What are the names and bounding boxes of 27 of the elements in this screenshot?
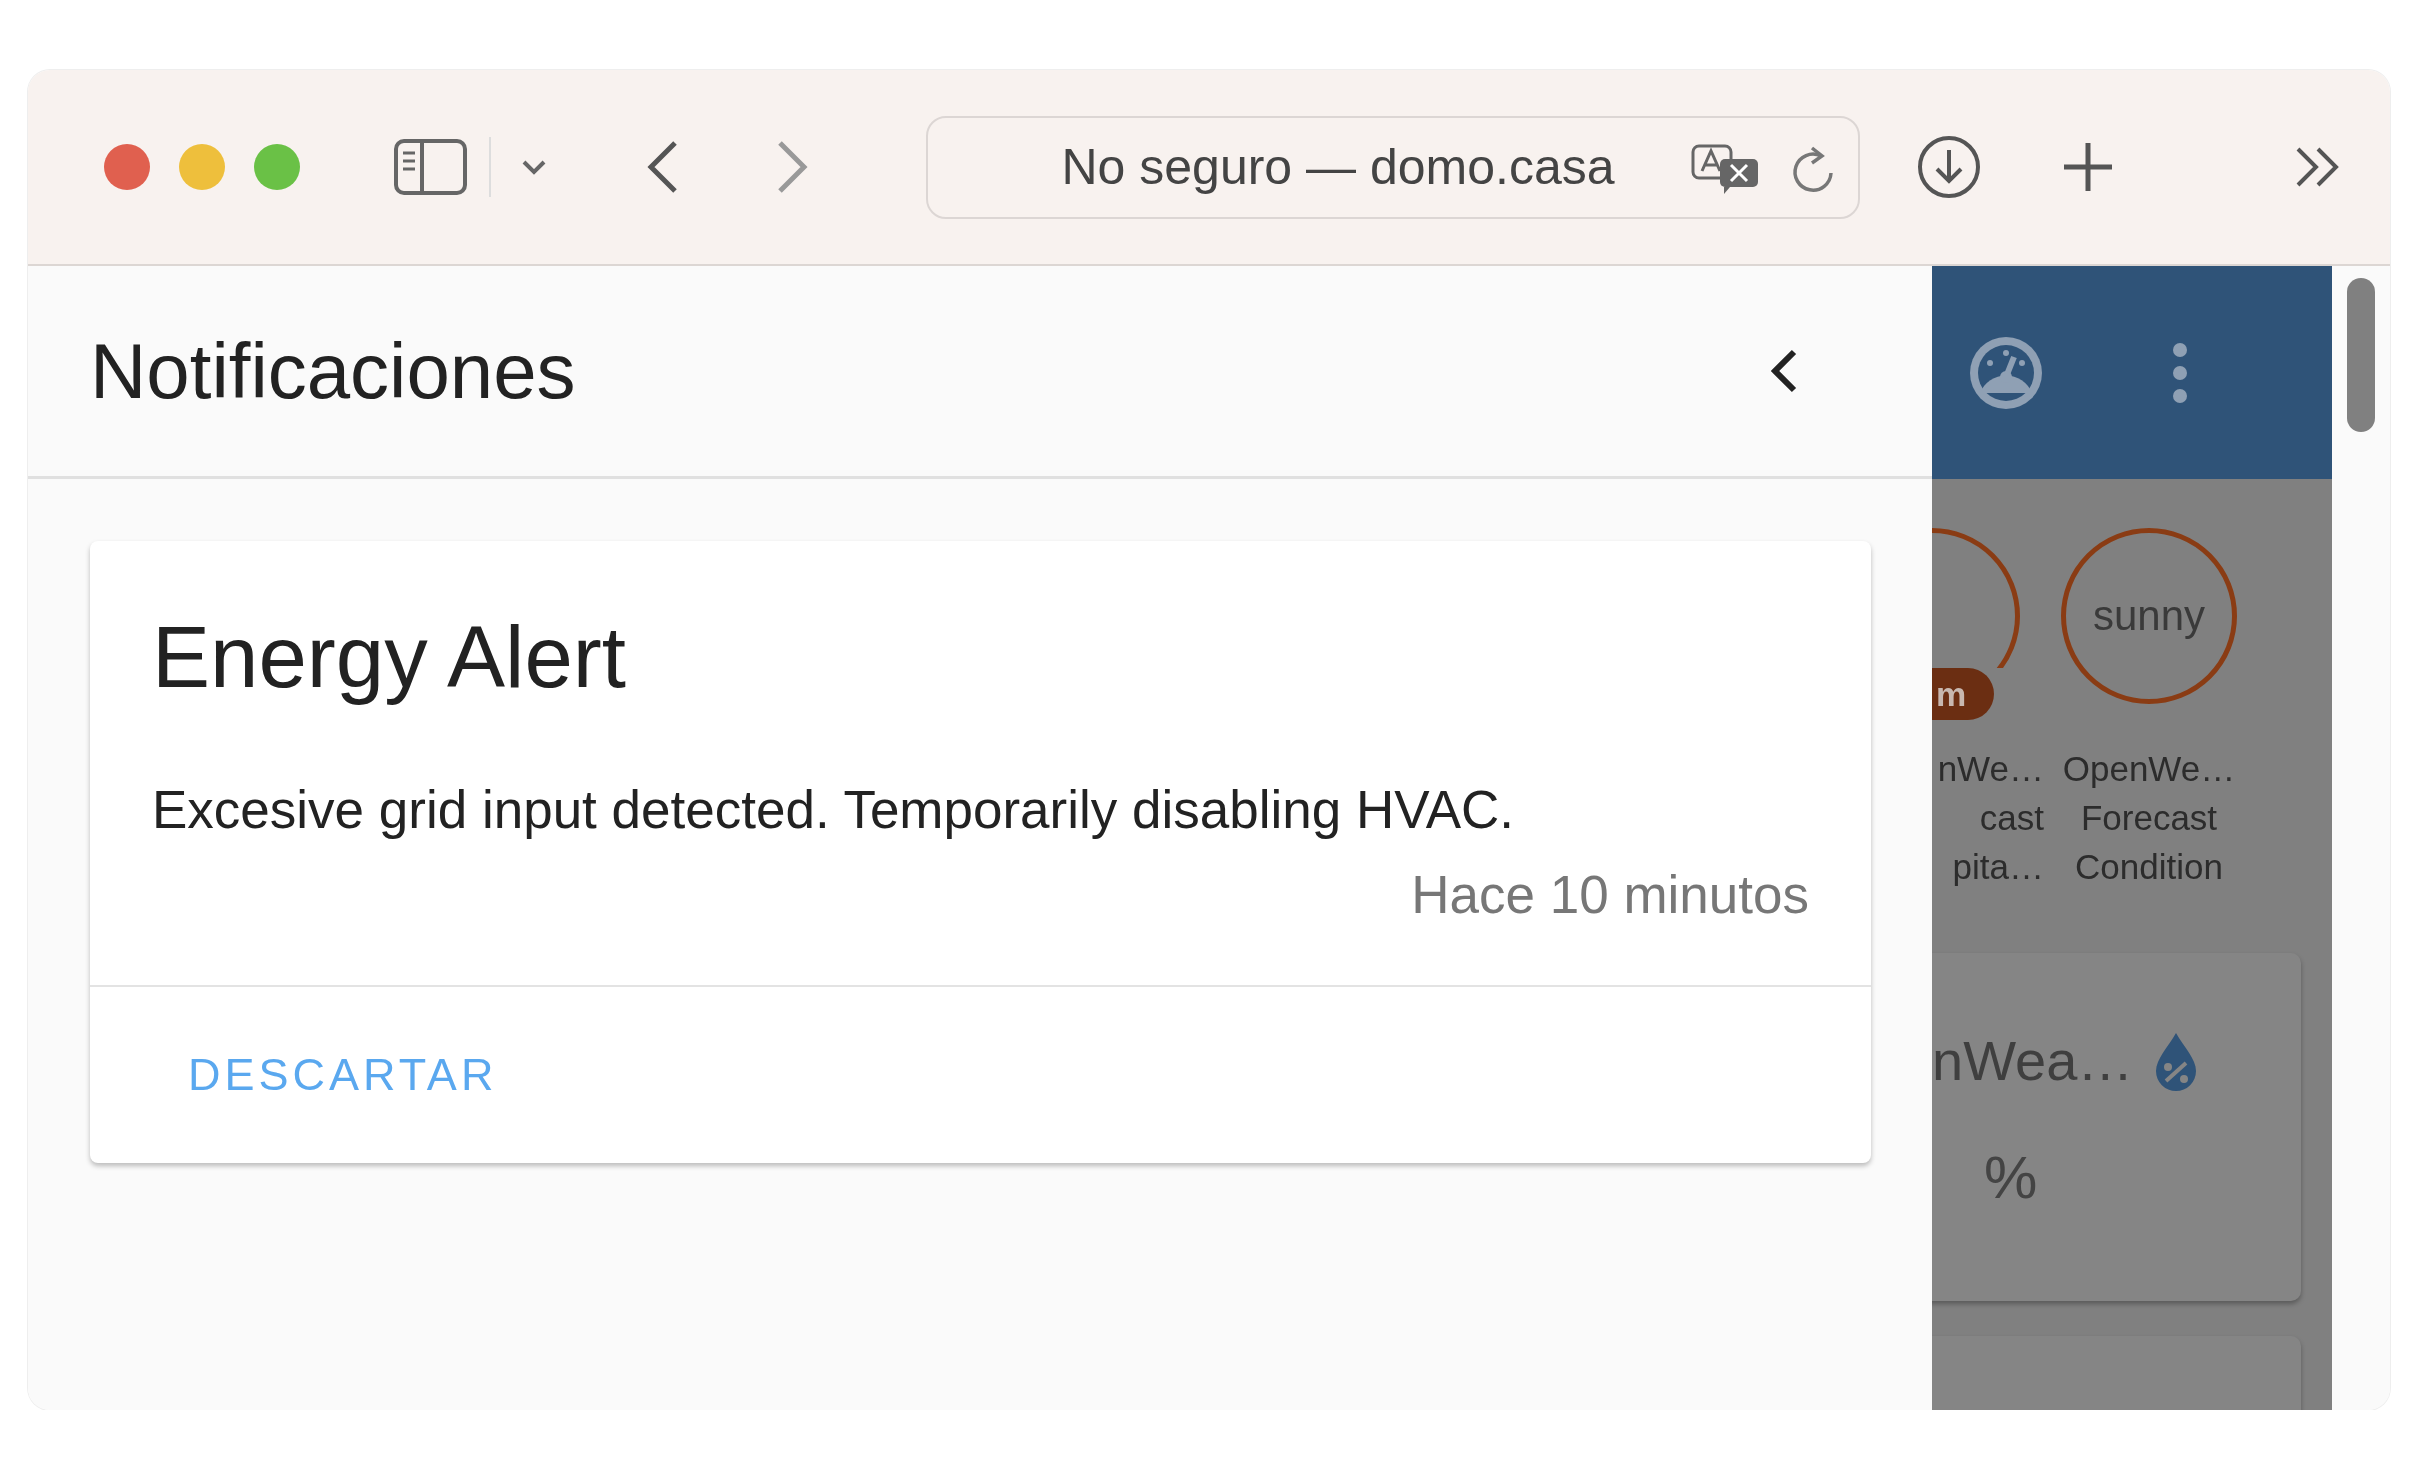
maximize-window-button[interactable] [254,144,300,190]
scrollbar-thumb[interactable] [2347,278,2375,432]
notification-time: Hace 10 minutos [1411,864,1809,925]
chevron-down-icon[interactable] [521,159,547,175]
more-options-icon[interactable] [2171,341,2189,404]
download-icon[interactable] [1916,134,1982,200]
sensor-card[interactable]: nWea… % [1932,953,2301,1301]
address-bar[interactable]: No seguro — domo.casa [926,115,1860,219]
card-title: nWea… [1932,1028,2134,1093]
back-icon[interactable] [645,139,679,195]
badge-label: OpenWe… Forecast Condition [2062,748,2236,888]
dismiss-button[interactable]: DESCARTAR [180,1039,506,1111]
close-window-button[interactable] [104,144,150,190]
badge-label: nWe… cast pita… [1936,748,2044,888]
notification-message: Excesive grid input detected. Temporarily disabling HVAC. [152,779,1514,840]
unit-label: m [1932,668,1994,720]
collapse-icon[interactable] [1768,348,1798,394]
plus-icon[interactable] [2062,141,2114,193]
unit-label: % [1984,1143,2038,1212]
reload-icon[interactable] [1790,145,1836,194]
forward-icon[interactable] [776,139,810,195]
notification-title: Energy Alert [152,607,626,707]
sensor-badge[interactable]: sunny [2061,528,2237,704]
sidebar-icon[interactable] [394,139,467,195]
address-text: No seguro — domo.casa [1061,138,1615,196]
drawer-title: Notificaciones [90,325,576,417]
water-percent-icon [2154,1031,2198,1091]
